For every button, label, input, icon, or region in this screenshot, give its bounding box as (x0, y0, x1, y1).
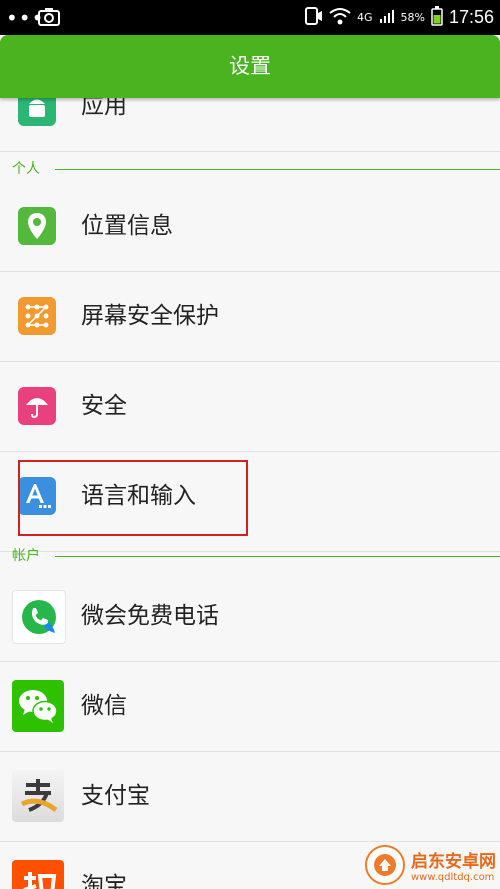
app-bar: 设置 (0, 35, 500, 98)
section-header-accounts: 帐户 (0, 545, 500, 567)
settings-item-label: 应用 (81, 98, 127, 119)
settings-item-label: 位置信息 (81, 213, 173, 239)
battery-icon (431, 5, 443, 30)
settings-item-label: 支付宝 (81, 783, 150, 809)
watermark-logo-icon (365, 845, 405, 885)
section-header-personal: 个人 (0, 158, 500, 180)
settings-item-label: 屏幕安全保护 (81, 303, 219, 329)
call-volume-icon (304, 6, 323, 30)
watermark-url: www.qdltdq.com (411, 872, 495, 883)
settings-item-weihui-account[interactable]: 微会免费电话 (0, 572, 500, 662)
settings-item-alipay-account[interactable]: 支付宝 (0, 752, 500, 842)
page-title: 设置 (229, 54, 271, 78)
settings-item-label: 淘宝 (81, 873, 127, 889)
umbrella-icon (18, 387, 56, 425)
screenshot-icon (38, 7, 60, 27)
wifi-icon (329, 7, 351, 29)
taobao-icon (12, 860, 64, 889)
section-divider (55, 556, 500, 557)
settings-item-wechat-account[interactable]: 微信 (0, 662, 500, 752)
pattern-lock-icon (18, 297, 56, 335)
alipay-icon (12, 770, 64, 822)
language-a-icon (18, 477, 56, 515)
settings-item-apps[interactable]: 应用 (0, 98, 500, 152)
settings-item-security[interactable]: 安全 (0, 362, 500, 452)
location-pin-icon (18, 207, 56, 245)
watermark-text: 启东安卓网 www.qdltdq.com (411, 847, 496, 883)
settings-item-language-input[interactable]: 语言和输入 (0, 452, 500, 552)
settings-list[interactable]: 应用 个人 位置信息 屏幕安全保护 安全 语言和输入 帐户 微会免费电话 微信 … (0, 98, 500, 889)
battery-percent: 58% (400, 11, 425, 24)
settings-item-location[interactable]: 位置信息 (0, 182, 500, 272)
watermark-name: 启东安卓网 (411, 852, 496, 872)
settings-item-label: 语言和输入 (81, 483, 196, 509)
settings-item-label: 微会免费电话 (81, 603, 219, 629)
signal-icon (379, 8, 395, 28)
android-icon (18, 98, 56, 126)
weihui-phone-icon (12, 590, 66, 644)
section-label: 帐户 (12, 548, 40, 564)
network-type: 4G (356, 11, 373, 24)
section-label: 个人 (12, 161, 40, 177)
clock: 17:56 (448, 7, 494, 27)
section-divider (55, 169, 500, 170)
settings-item-screen-lock[interactable]: 屏幕安全保护 (0, 272, 500, 362)
status-bar: ••• 4G 58% 17:56 (0, 0, 500, 35)
watermark: 启东安卓网 www.qdltdq.com (365, 845, 496, 885)
settings-item-label: 微信 (81, 693, 127, 719)
wechat-icon (12, 680, 64, 732)
settings-item-label: 安全 (81, 393, 127, 419)
